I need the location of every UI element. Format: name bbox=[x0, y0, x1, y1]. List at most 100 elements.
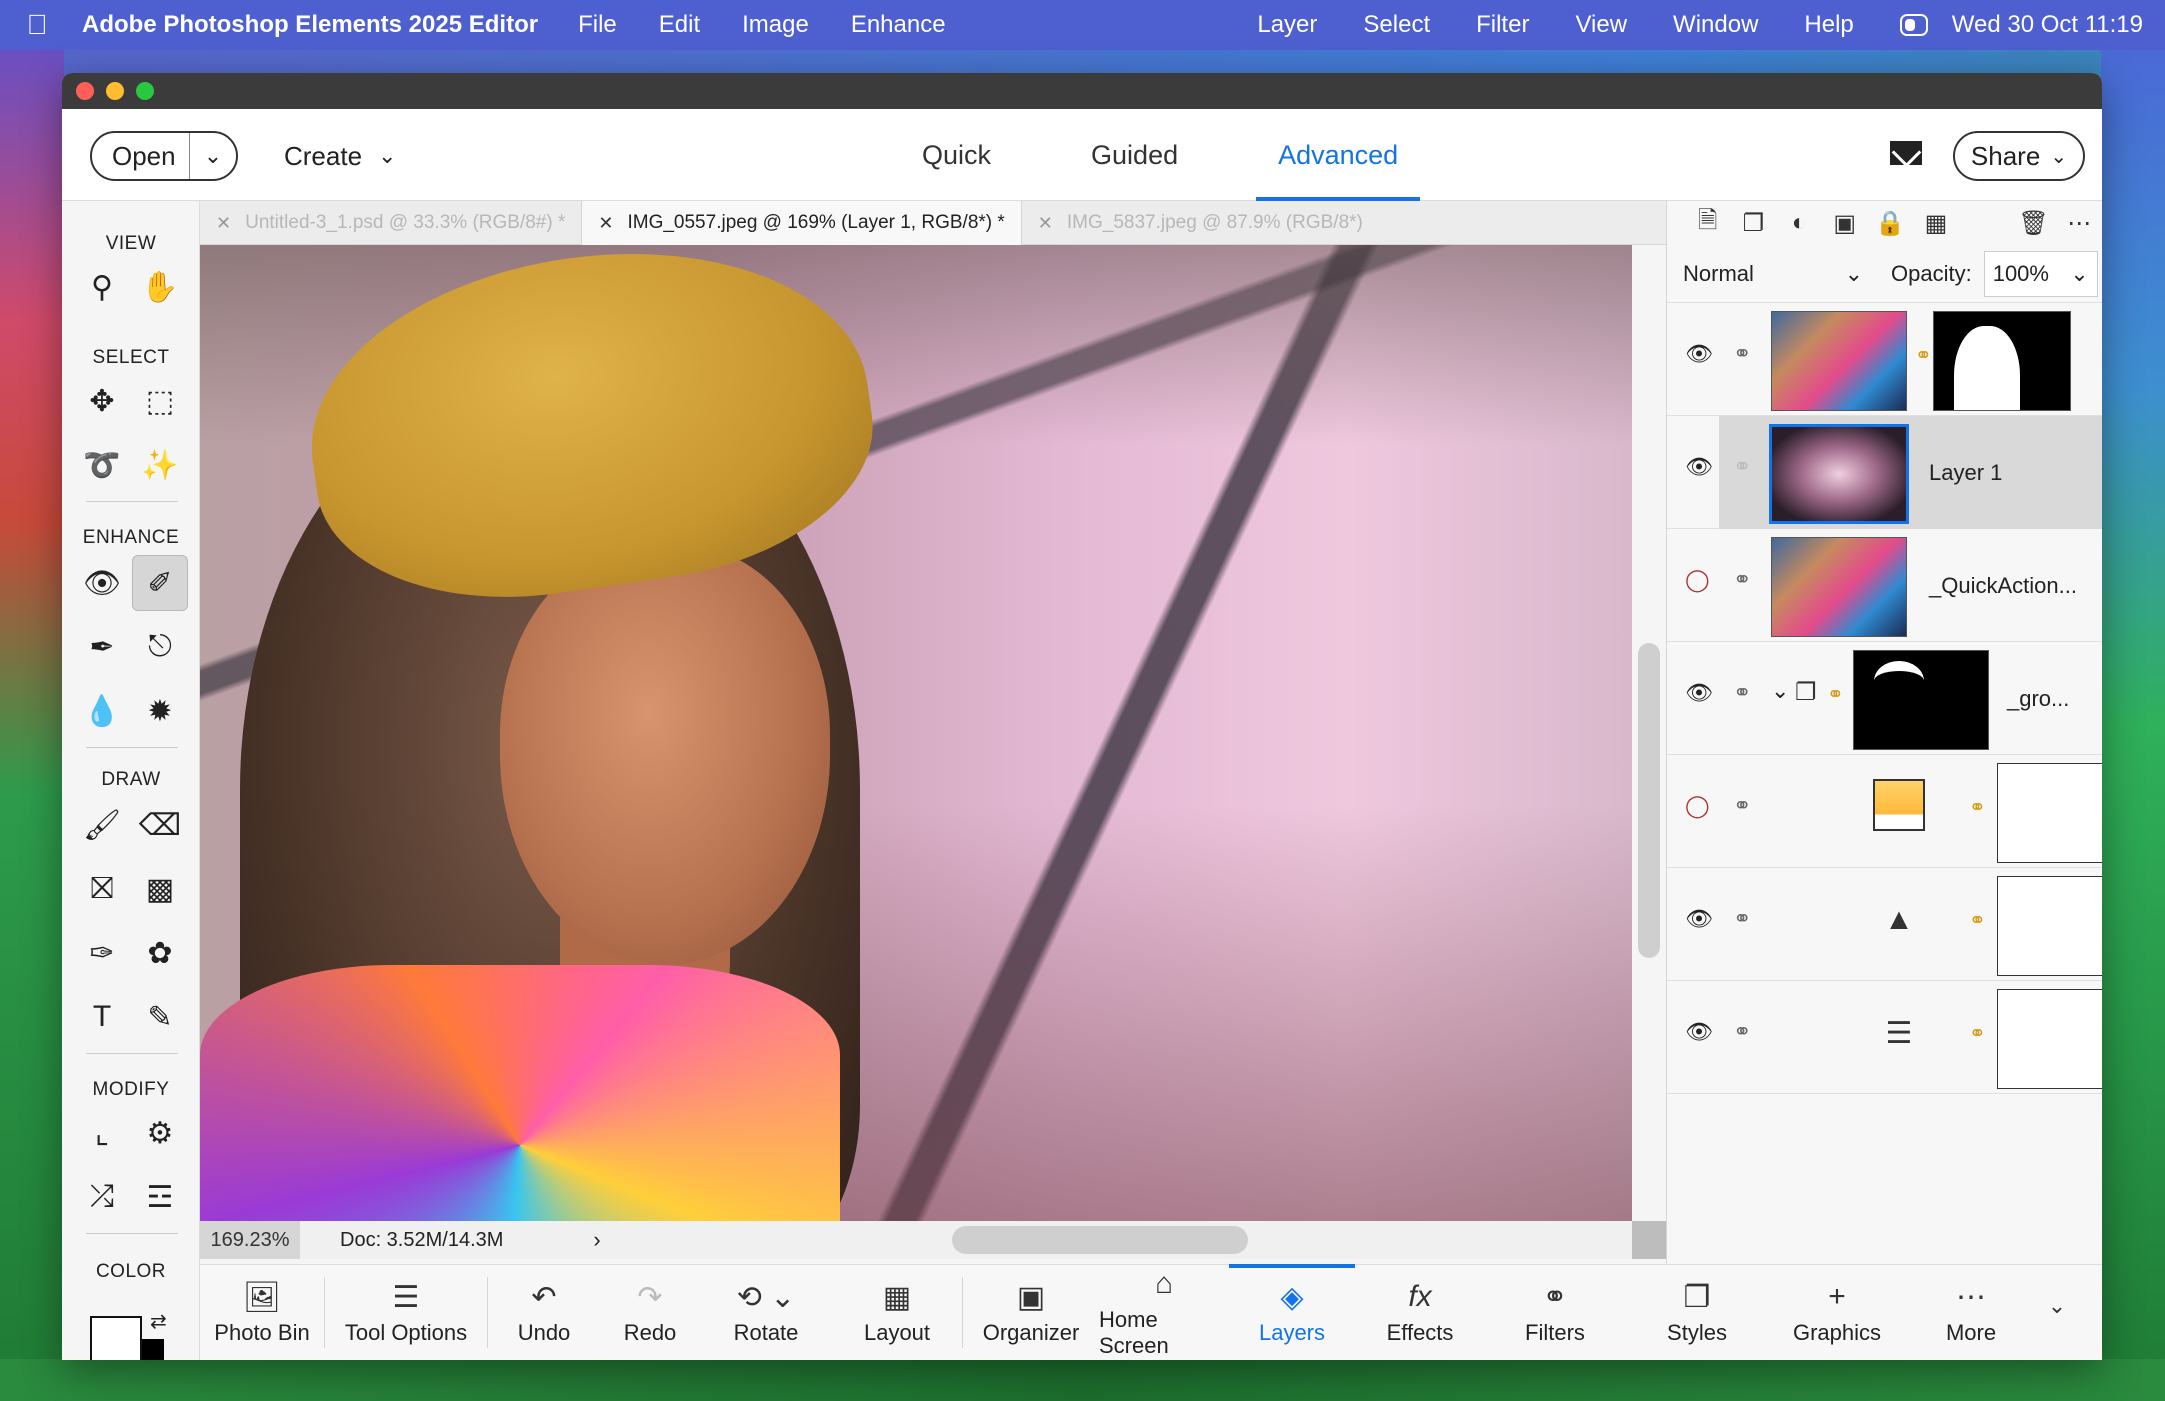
paint-bucket-tool-icon[interactable]: ⛝ bbox=[74, 861, 130, 917]
content-aware-move-tool-icon[interactable]: ⤮ bbox=[74, 1169, 130, 1225]
lasso-tool-icon[interactable]: ➰ bbox=[74, 437, 130, 493]
foreground-color-swatch[interactable] bbox=[90, 1316, 142, 1360]
crop-tool-icon[interactable]: ⌞ bbox=[74, 1105, 130, 1161]
menu-image[interactable]: Image bbox=[742, 11, 809, 39]
opacity-select[interactable]: 100% ⌄ bbox=[1983, 250, 2098, 297]
layer-row[interactable]: 👁 ⚭ ⚭ bbox=[1667, 303, 2102, 416]
pencil-tool-icon[interactable]: ✎ bbox=[132, 989, 188, 1045]
menu-filter[interactable]: Filter bbox=[1476, 11, 1529, 39]
tab-quick[interactable]: Quick bbox=[900, 109, 1013, 201]
organizer-button[interactable]: ▣ Organizer bbox=[963, 1265, 1099, 1360]
chain-link-icon[interactable]: ⚭ bbox=[1733, 906, 1751, 932]
layer-mask-thumbnail[interactable] bbox=[1997, 989, 2102, 1089]
close-window-button[interactable] bbox=[76, 82, 94, 100]
zoom-tool-icon[interactable]: ⚲ bbox=[74, 259, 130, 315]
undo-button[interactable]: ↶ Undo bbox=[488, 1265, 600, 1360]
menu-select[interactable]: Select bbox=[1363, 11, 1430, 39]
more-options-icon[interactable]: ⋯ bbox=[2056, 209, 2102, 238]
open-button[interactable]: Open ⌄ bbox=[90, 131, 238, 181]
doc-tab-img-5837[interactable]: ✕ IMG_5837.jpeg @ 87.9% (RGB/8*) bbox=[1022, 201, 1379, 245]
layer-row-layer-1[interactable]: 👁 ⚭ Layer 1 bbox=[1667, 416, 2102, 529]
eye-icon[interactable]: 👁 bbox=[1685, 1019, 1713, 1045]
doc-tab-img-0557[interactable]: ✕ IMG_0557.jpeg @ 169% (Layer 1, RGB/8*)… bbox=[582, 201, 1022, 245]
eraser-tool-icon[interactable]: ⌫ bbox=[132, 797, 188, 853]
sponge-tool-icon[interactable]: ✹ bbox=[132, 683, 188, 739]
move-tool-icon[interactable]: ✥ bbox=[74, 373, 130, 429]
brush-tool-icon[interactable]: 🖌 bbox=[74, 797, 130, 853]
lock-icon[interactable]: 🔒 bbox=[1868, 209, 1914, 238]
clone-stamp-tool-icon[interactable]: ⎋ bbox=[132, 619, 188, 675]
effects-button[interactable]: fx Effects bbox=[1355, 1265, 1485, 1360]
styles-button[interactable]: ❐ Styles bbox=[1625, 1265, 1769, 1360]
mask-link-icon[interactable]: ⚭ bbox=[1827, 682, 1844, 707]
chain-link-icon[interactable]: ⚭ bbox=[1733, 1019, 1751, 1045]
layer-row-levels-adjustment[interactable]: 👁 ⚭ ▲ ⚭ bbox=[1667, 868, 2102, 981]
layer-mask-thumbnail[interactable] bbox=[1853, 650, 1989, 750]
layer-row-fill-adjustment[interactable]: ◯ ⚭ ⚭ bbox=[1667, 755, 2102, 868]
tab-advanced[interactable]: Advanced bbox=[1256, 109, 1421, 201]
control-center-icon[interactable] bbox=[1899, 14, 1928, 36]
eye-icon[interactable]: 👁 bbox=[1685, 680, 1713, 706]
layout-button[interactable]: ▦ Layout bbox=[832, 1265, 962, 1360]
menu-window[interactable]: Window bbox=[1673, 11, 1758, 39]
more-button[interactable]: ⋯ More bbox=[1905, 1265, 2037, 1360]
vertical-scroll-thumb[interactable] bbox=[1638, 643, 1660, 958]
close-tab-icon[interactable]: ✕ bbox=[598, 213, 613, 234]
close-tab-icon[interactable]: ✕ bbox=[1038, 213, 1053, 234]
menu-view[interactable]: View bbox=[1575, 11, 1627, 39]
layer-row-brightness-adjustment[interactable]: 👁 ⚭ ☰ ⚭ bbox=[1667, 981, 2102, 1094]
mask-link-icon[interactable]: ⚭ bbox=[1915, 343, 1932, 368]
graphics-button[interactable]: + Graphics bbox=[1769, 1265, 1905, 1360]
layer-row-group[interactable]: 👁 ⚭ ⌄ ❐ ⚭ _gro... bbox=[1667, 642, 2102, 755]
chain-link-icon[interactable]: ⚭ bbox=[1733, 341, 1751, 367]
app-name-menu[interactable]: Adobe Photoshop Elements 2025 Editor bbox=[82, 11, 538, 39]
share-button[interactable]: Share ⌄ bbox=[1953, 131, 2085, 181]
photo-bin-button[interactable]: 🖼 Photo Bin bbox=[200, 1265, 324, 1360]
minimize-window-button[interactable] bbox=[106, 82, 124, 100]
menu-layer[interactable]: Layer bbox=[1257, 11, 1317, 39]
menu-enhance[interactable]: Enhance bbox=[851, 11, 946, 39]
chevron-down-icon[interactable]: ⌄ bbox=[190, 143, 236, 169]
image-canvas[interactable] bbox=[200, 245, 1632, 1221]
new-group-icon[interactable]: ❐ bbox=[1731, 209, 1777, 238]
straighten-tool-icon[interactable]: ☲ bbox=[132, 1169, 188, 1225]
menubar-clock[interactable]: Wed 30 Oct 11:19 bbox=[1952, 11, 2143, 39]
red-eye-tool-icon[interactable]: 👁 bbox=[74, 555, 130, 611]
mask-link-icon[interactable]: ⚭ bbox=[1969, 795, 1986, 820]
trash-icon[interactable]: 🗑 bbox=[2011, 209, 2057, 238]
apple-icon[interactable]:  bbox=[0, 9, 60, 41]
taskbar-expand-button[interactable]: ⌄ bbox=[2037, 1265, 2077, 1360]
layers-button[interactable]: ◈ Layers bbox=[1229, 1264, 1355, 1360]
blend-mode-select[interactable]: Normal ⌄ bbox=[1683, 261, 1877, 287]
layer-mask-icon[interactable]: ▣ bbox=[1822, 209, 1868, 238]
chain-link-icon[interactable]: ⚭ bbox=[1733, 567, 1751, 593]
layer-mask-thumbnail[interactable] bbox=[1997, 763, 2102, 863]
spot-healing-tool-icon[interactable]: ✐ bbox=[132, 555, 188, 611]
gradient-tool-icon[interactable]: ▩ bbox=[132, 861, 188, 917]
new-layer-icon[interactable]: 🗎 bbox=[1685, 203, 1731, 244]
type-tool-icon[interactable]: T bbox=[74, 989, 130, 1045]
menu-file[interactable]: File bbox=[578, 11, 617, 39]
doc-tab-untitled[interactable]: ✕ Untitled-3_1.psd @ 33.3% (RGB/8#) * bbox=[200, 201, 583, 245]
rotate-button[interactable]: ⟲ ⌄ Rotate bbox=[700, 1265, 832, 1360]
zoom-level[interactable]: 169.23% bbox=[200, 1221, 300, 1259]
eye-hidden-icon[interactable]: ◯ bbox=[1685, 567, 1710, 593]
chain-link-icon[interactable]: ⚭ bbox=[1733, 454, 1751, 480]
layer-mask-thumbnail[interactable] bbox=[1933, 311, 2071, 411]
tab-guided[interactable]: Guided bbox=[1069, 109, 1200, 201]
layer-row-quickaction[interactable]: ◯ ⚭ _QuickAction... bbox=[1667, 529, 2102, 642]
eye-icon[interactable]: 👁 bbox=[1685, 341, 1713, 367]
blur-tool-icon[interactable]: 💧 bbox=[74, 683, 130, 739]
mail-icon[interactable] bbox=[1890, 141, 1922, 165]
magic-wand-tool-icon[interactable]: ✨ bbox=[132, 437, 188, 493]
filters-button[interactable]: ⚭ Filters bbox=[1485, 1265, 1625, 1360]
menu-edit[interactable]: Edit bbox=[659, 11, 700, 39]
swap-colors-icon[interactable]: ⇄ bbox=[150, 1309, 167, 1334]
custom-shape-tool-icon[interactable]: ✿ bbox=[132, 925, 188, 981]
mask-link-icon[interactable]: ⚭ bbox=[1969, 1021, 1986, 1046]
chain-link-icon[interactable]: ⚭ bbox=[1733, 680, 1751, 706]
lock-transparency-icon[interactable]: ▦ bbox=[1913, 209, 1959, 238]
horizontal-scroll-thumb[interactable] bbox=[952, 1226, 1248, 1254]
chevron-right-icon[interactable]: › bbox=[593, 1227, 600, 1253]
hand-tool-icon[interactable]: ✋ bbox=[132, 259, 188, 315]
